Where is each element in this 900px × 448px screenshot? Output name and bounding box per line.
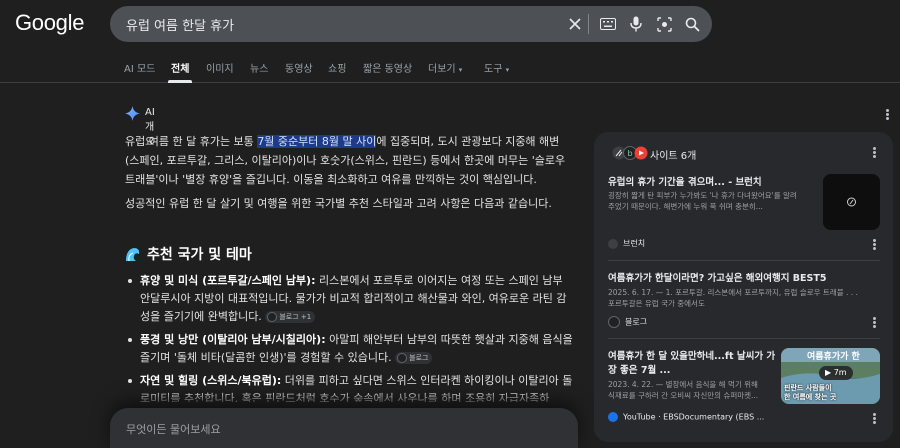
play-duration-badge[interactable]: ▶ 7m xyxy=(819,366,853,380)
lens-icon[interactable] xyxy=(655,15,673,33)
tab-images[interactable]: 이미지 xyxy=(206,60,234,75)
brunch-icon xyxy=(608,238,618,249)
search-divider xyxy=(588,14,589,34)
video-duration: 7m xyxy=(833,368,847,377)
svg-text:b: b xyxy=(628,149,633,158)
tab-videos[interactable]: 동영상 xyxy=(285,60,313,75)
more-options-icon[interactable] xyxy=(870,412,878,426)
chip-label: 블로그 +1 xyxy=(279,313,312,321)
bullet-bold: 휴양 및 미식 (포르투갈/스페인 남부): xyxy=(140,274,316,287)
wave-icon xyxy=(125,246,141,266)
search-icon[interactable] xyxy=(683,15,701,33)
google-logo[interactable]: Google xyxy=(15,10,84,36)
active-tab-indicator xyxy=(168,80,192,83)
source-snippet: 2025. 6. 17. — 1. 포르투갈. 리스본에서 포르투까지, 유럽 … xyxy=(608,288,858,297)
source-chip[interactable]: 블로그 xyxy=(395,352,433,364)
search-box[interactable]: 유럽 여름 한달 휴가 xyxy=(110,6,712,42)
tab-news[interactable]: 뉴스 xyxy=(250,60,268,75)
source-chip[interactable]: 블로그 +1 xyxy=(265,311,316,323)
source-snippet: 주었기 때문이다. 해변가에 누워 푹 쉬며 충분히... xyxy=(608,202,763,211)
sources-panel: b 사이트 6개 유럽의 휴가 기간을 겪으며... - 브런치 굉장히 짧게 … xyxy=(594,132,893,442)
tab-ai-mode[interactable]: AI 모드 xyxy=(124,60,155,75)
source-thumbnail[interactable] xyxy=(823,174,880,230)
source-snippet: 포르투갈은 유럽 국가 중에서도 xyxy=(608,299,705,308)
source-name: 브런치 xyxy=(623,239,646,248)
tab-more[interactable]: 더보기 ▾ xyxy=(428,60,462,75)
bullet-bold: 풍경 및 낭만 (이탈리아 남부/시칠리아): xyxy=(140,333,326,346)
source-name: YouTube · EBSDocumentary (EBS ... xyxy=(623,412,765,422)
source-snippet: 2023. 4. 22. — 별장에서 음식을 해 먹기 위해 xyxy=(608,380,758,389)
video-subtitle: 한 여름에 찾는 곳 xyxy=(784,393,837,401)
blog-icon xyxy=(608,316,620,328)
search-query[interactable]: 유럽 여름 한달 휴가 xyxy=(126,15,234,34)
blog-icon xyxy=(267,312,278,322)
chevron-down-icon: ▾ xyxy=(505,66,510,74)
tab-all[interactable]: 전체 xyxy=(171,60,189,75)
highlighted-text: 7월 중순부터 8월 말 사이 xyxy=(257,135,377,148)
tab-shopping[interactable]: 쇼핑 xyxy=(328,60,346,75)
sites-count[interactable]: 사이트 6개 xyxy=(650,147,696,162)
mic-icon[interactable] xyxy=(627,15,645,33)
source-title[interactable]: 여름휴가가 한달이라면? 가고싶은 해외여행지 BEST5 xyxy=(608,270,826,284)
source-name: 블로그 xyxy=(625,317,648,327)
sparkle-icon xyxy=(125,106,140,125)
bullet-dot xyxy=(128,338,132,342)
more-options-icon[interactable] xyxy=(870,316,878,330)
tab-short-videos[interactable]: 짧은 동영상 xyxy=(363,60,412,75)
divider xyxy=(608,338,880,339)
site-favicons[interactable]: b xyxy=(612,145,648,160)
more-options-icon[interactable] xyxy=(870,146,878,160)
ai-text: 유럽 여름 한 달 휴가는 보통 xyxy=(125,135,258,148)
source-site[interactable]: 브런치 xyxy=(608,238,645,250)
source-snippet: 식재료를 구하러 간 오비씨 자신만의 슈퍼마켓... xyxy=(608,391,759,400)
bullet-dot xyxy=(128,279,132,283)
source-title[interactable]: 장 좋은 7월 ... xyxy=(608,362,670,376)
close-icon[interactable] xyxy=(566,15,584,33)
source-site[interactable]: YouTube · EBSDocumentary (EBS ... xyxy=(608,412,764,424)
bullet-bold: 자연 및 힐링 (스위스/북유럽): xyxy=(140,374,282,387)
list-item: 휴양 및 미식 (포르투갈/스페인 남부): 리스본에서 포르투로 이어지는 여… xyxy=(125,272,573,326)
source-site[interactable]: 블로그 xyxy=(608,316,647,328)
more-options-icon[interactable] xyxy=(883,108,891,122)
keyboard-icon[interactable] xyxy=(599,15,617,33)
video-caption: 여름휴가가 한 xyxy=(807,352,860,362)
section-title: 추천 국가 및 테마 xyxy=(147,247,252,263)
blog-icon xyxy=(397,353,408,363)
ebs-icon xyxy=(608,412,618,422)
source-title[interactable]: 여름휴가 한 달 있을만하네...ft 날씨가 가 xyxy=(608,348,775,362)
tab-tools[interactable]: 도구 ▾ xyxy=(484,60,509,75)
ai-overview-paragraph-2: 성공적인 유럽 한 달 살기 및 여행을 위한 국가별 추천 스타일과 고려 사… xyxy=(125,197,552,210)
top-bar: Google 유럽 여름 한달 휴가 xyxy=(0,0,900,50)
ai-overview-paragraph-1: 유럽 여름 한 달 휴가는 보통 7월 중순부터 8월 말 사이에 집중되며, … xyxy=(125,132,573,189)
tab-more-label: 더보기 xyxy=(428,64,456,75)
chip-label: 블로그 xyxy=(409,354,429,362)
source-snippet: 굉장히 짧게 탄 피부가 누가봐도 '나 휴가 다녀왔어요'를 알려 xyxy=(608,191,797,200)
chevron-down-icon: ▾ xyxy=(458,66,463,74)
bullet-dot xyxy=(128,379,132,383)
ask-input[interactable]: 무엇이든 물어보세요 xyxy=(110,408,578,448)
source-title[interactable]: 유럽의 휴가 기간을 겪으며... - 브런치 xyxy=(608,174,762,188)
list-item: 풍경 및 낭만 (이탈리아 남부/시칠리아): 아말피 해안부터 남부의 따뜻한… xyxy=(125,331,573,367)
video-thumbnail[interactable]: 여름휴가가 한 핀란드 사람들이 한 여름에 찾는 곳 ▶ 7m xyxy=(781,348,880,404)
more-options-icon[interactable] xyxy=(870,238,878,252)
divider xyxy=(608,260,880,261)
tab-tools-label: 도구 xyxy=(484,64,503,75)
search-tabs: AI 모드 전체 이미지 뉴스 동영상 쇼핑 짧은 동영상 더보기 ▾ 도구 ▾ xyxy=(0,54,900,83)
play-icon: ▶ xyxy=(825,368,832,377)
